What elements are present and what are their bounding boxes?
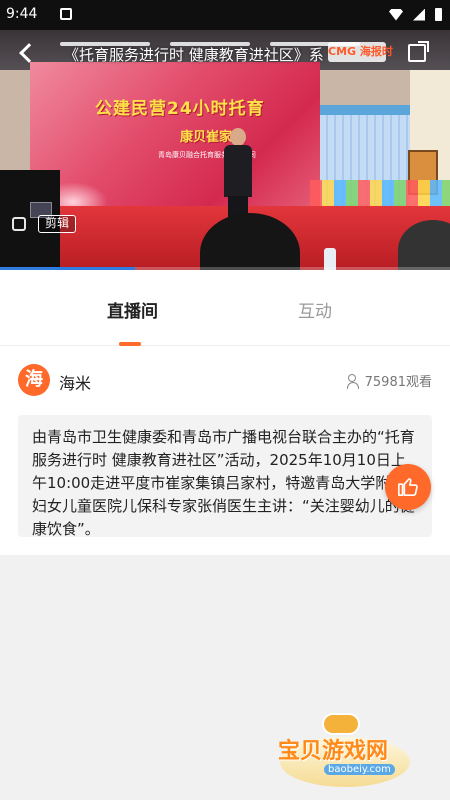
battery-icon: [435, 8, 442, 21]
description-card: 由青岛市卫生健康委和青岛市广播电视台联合主办的“托育服务进行时 健康教育进社区”…: [18, 415, 432, 538]
viewer-count: 75981观看: [346, 371, 432, 390]
video-title: 《托育服务进行时 健康教育进社区》系: [64, 46, 324, 64]
status-time: 9:44: [6, 6, 38, 22]
lock-icon[interactable]: [12, 217, 26, 231]
like-button[interactable]: [385, 464, 431, 510]
tab-bar: 直播间 互动: [0, 270, 450, 346]
watermark-url: baobeiy.com: [324, 764, 395, 775]
host-name[interactable]: 海米: [59, 370, 91, 394]
watermark-text: 宝贝游戏网: [278, 739, 389, 764]
status-icons: [389, 8, 442, 21]
gamepad-icon: [322, 713, 360, 735]
wifi-icon: [389, 8, 403, 21]
video-player[interactable]: 公建民营24小时托育 康贝崔家集 青岛康贝融合托育服务有限公司 《托育服务进行时…: [0, 30, 450, 270]
signal-icon: [413, 8, 425, 21]
thumbs-up-icon: [398, 478, 418, 496]
tab-interaction[interactable]: 互动: [298, 297, 332, 322]
description-text: 由青岛市卫生健康委和青岛市广播电视台联合主办的“托育服务进行时 健康教育进社区”…: [32, 428, 415, 538]
tab-active-indicator: [119, 342, 141, 346]
people-icon: [346, 373, 361, 389]
clip-button[interactable]: 剪辑: [38, 215, 77, 233]
tab-live-room[interactable]: 直播间: [107, 297, 158, 322]
host-row: 海 海米 75981观看: [0, 356, 450, 406]
banner-title: 公建民营24小时托育: [95, 99, 265, 119]
channel-logo: CMG 海报时: [328, 42, 393, 62]
notification-icon: [60, 8, 72, 20]
host-avatar[interactable]: 海: [18, 364, 50, 396]
viewer-count-text: 75981观看: [364, 375, 432, 390]
watermark: 宝贝游戏网 baobeiy.com: [270, 705, 430, 795]
share-icon[interactable]: [408, 41, 429, 62]
status-bar: 9:44: [0, 0, 450, 30]
